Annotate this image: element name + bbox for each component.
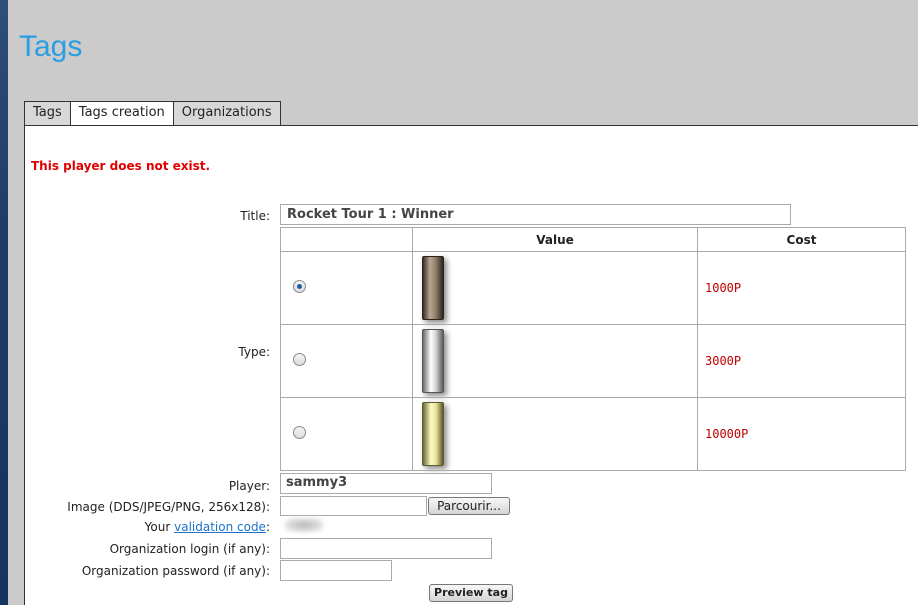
column-header-cost: Cost bbox=[697, 227, 906, 252]
browse-button[interactable]: Parcourir... bbox=[428, 497, 510, 515]
cost-value: 1000P bbox=[697, 251, 906, 325]
tab-panel: This player does not exist. Title: Rocke… bbox=[24, 125, 918, 605]
type-radio-bronze[interactable] bbox=[293, 280, 306, 293]
type-label: Type: bbox=[238, 345, 270, 359]
title-field[interactable]: Rocket Tour 1 : Winner bbox=[280, 204, 791, 225]
validation-code-image bbox=[285, 518, 323, 532]
type-radio-silver[interactable] bbox=[293, 353, 306, 366]
table-row: 3000P bbox=[280, 324, 906, 398]
tab-tags[interactable]: Tags bbox=[24, 101, 71, 126]
table-row: 10000P bbox=[280, 397, 906, 471]
error-message: This player does not exist. bbox=[31, 159, 211, 173]
gold-tag-image bbox=[422, 402, 444, 466]
player-label: Player: bbox=[228, 479, 270, 493]
org-login-label: Organization login (if any): bbox=[109, 542, 270, 556]
validation-label: Your validation code: bbox=[144, 520, 270, 534]
tag-type-table: Value Cost 1000P 3000P 10000P bbox=[280, 227, 906, 471]
title-label: Title: bbox=[240, 209, 270, 223]
image-file-field[interactable] bbox=[280, 496, 427, 516]
page-title: Tags bbox=[19, 30, 83, 63]
tab-tags-creation[interactable]: Tags creation bbox=[69, 101, 174, 128]
preview-tag-button[interactable]: Preview tag bbox=[429, 584, 513, 602]
cost-value: 3000P bbox=[697, 324, 906, 398]
column-header-select bbox=[280, 227, 413, 252]
silver-tag-image bbox=[422, 329, 444, 393]
cost-value: 10000P bbox=[697, 397, 906, 471]
type-radio-gold[interactable] bbox=[293, 426, 306, 439]
image-label: Image (DDS/JPEG/PNG, 256x128): bbox=[67, 500, 270, 514]
org-login-field[interactable] bbox=[280, 538, 492, 559]
tab-organizations[interactable]: Organizations bbox=[172, 101, 281, 126]
tab-bar: Tags Tags creation Organizations bbox=[24, 101, 281, 128]
table-row: 1000P bbox=[280, 251, 906, 325]
validation-code-link[interactable]: validation code bbox=[174, 520, 266, 534]
org-password-field[interactable] bbox=[280, 560, 392, 581]
org-password-label: Organization password (if any): bbox=[81, 564, 270, 578]
column-header-value: Value bbox=[412, 227, 698, 252]
player-field[interactable]: sammy3 bbox=[280, 473, 492, 494]
bronze-tag-image bbox=[422, 256, 444, 320]
